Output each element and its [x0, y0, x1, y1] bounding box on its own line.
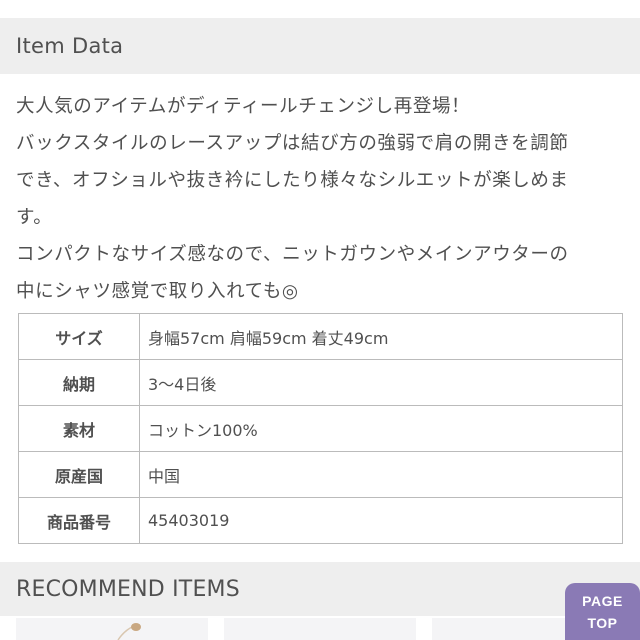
spec-value: コットン100% — [139, 405, 623, 452]
page-top-label-line1: PAGE — [582, 593, 623, 609]
spec-value: 45403019 — [139, 497, 623, 544]
item-description: 大人気のアイテムがディティールチェンジし再登場！ バックスタイルのレースアップは… — [16, 88, 628, 310]
recommend-items-list — [0, 618, 640, 640]
recommend-item-thumbnail[interactable] — [224, 618, 416, 640]
product-image — [117, 623, 141, 640]
spec-label: 素材 — [18, 405, 140, 452]
recommend-title: RECOMMEND ITEMS — [16, 576, 240, 602]
spec-row-item-number: 商品番号 45403019 — [18, 497, 623, 544]
page-top-label-line2: TOP — [587, 615, 618, 631]
spec-label: 原産国 — [18, 451, 140, 498]
spec-label: サイズ — [18, 313, 140, 360]
spec-value: 中国 — [139, 451, 623, 498]
recommend-header: RECOMMEND ITEMS — [0, 562, 640, 616]
item-data-header: Item Data — [0, 18, 640, 74]
item-data-title: Item Data — [16, 34, 124, 58]
description-line: でき、オフショルや抜き衿にしたり様々なシルエットが楽しめま — [16, 170, 569, 191]
page-top-button[interactable]: PAGE TOP — [565, 583, 640, 640]
spec-row-origin: 原産国 中国 — [18, 451, 623, 498]
description-line: 中にシャツ感覚で取り入れても◎ — [16, 281, 299, 302]
spec-table: サイズ 身幅57cm 肩幅59cm 着丈49cm 納期 3〜4日後 素材 コット… — [18, 313, 623, 544]
recommend-item-thumbnail[interactable] — [16, 618, 208, 640]
spec-row-size: サイズ 身幅57cm 肩幅59cm 着丈49cm — [18, 313, 623, 360]
description-line: す。 — [16, 207, 53, 228]
spec-row-material: 素材 コットン100% — [18, 405, 623, 452]
spec-value: 身幅57cm 肩幅59cm 着丈49cm — [139, 313, 623, 360]
spec-value: 3〜4日後 — [139, 359, 623, 406]
spec-label: 商品番号 — [18, 497, 140, 544]
description-line: コンパクトなサイズ感なので、ニットガウンやメインアウターの — [16, 244, 569, 265]
spec-row-delivery: 納期 3〜4日後 — [18, 359, 623, 406]
description-line: バックスタイルのレースアップは結び方の強弱で肩の開きを調節 — [16, 133, 569, 154]
description-line: 大人気のアイテムがディティールチェンジし再登場！ — [16, 96, 471, 117]
spec-label: 納期 — [18, 359, 140, 406]
